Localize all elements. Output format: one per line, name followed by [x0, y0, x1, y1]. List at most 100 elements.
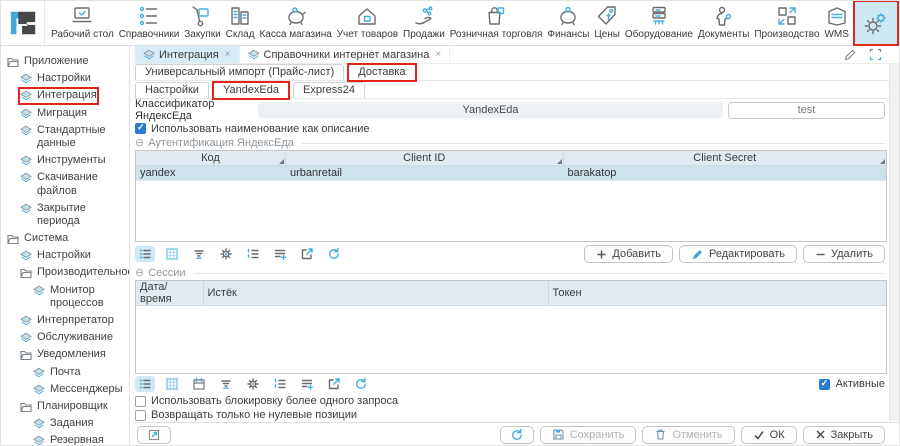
- numbered-list-icon[interactable]: [243, 246, 263, 262]
- column-header[interactable]: Токен: [549, 281, 887, 305]
- button-редактировать[interactable]: Редактировать: [679, 245, 797, 263]
- refresh-icon[interactable]: [324, 246, 344, 262]
- button-отменить[interactable]: Отменить: [642, 426, 734, 444]
- tab-close-icon[interactable]: ×: [225, 49, 231, 60]
- toolbar-item-label: Документы: [698, 29, 750, 40]
- sidebar-item-приложение[interactable]: Приложение: [7, 53, 127, 70]
- grid-view-icon[interactable]: [162, 376, 182, 392]
- use-name-checkbox[interactable]: [135, 123, 146, 134]
- sidebar-item-монитор-процессов[interactable]: Монитор процессов: [7, 282, 127, 312]
- auth-actions-row: Добавить Редактировать Удалить: [135, 242, 899, 266]
- expand-icon[interactable]: [868, 47, 883, 62]
- toolbar-item-label: Касса магазина: [259, 29, 331, 40]
- toolbar-item-sales[interactable]: Продажи: [401, 1, 447, 45]
- sidebar-item-задания[interactable]: Задания: [7, 415, 127, 432]
- doc-tab[interactable]: Справочники интернет магазина×: [240, 46, 451, 63]
- export-icon[interactable]: [297, 246, 317, 262]
- table-cell: urbanretail: [286, 166, 564, 180]
- vertical-scrollbar[interactable]: [889, 64, 899, 421]
- classifier-field[interactable]: YandexEda: [258, 102, 723, 118]
- subtab-yandexeda[interactable]: YandexEda: [213, 82, 289, 98]
- toolbar-item-wms[interactable]: WMS: [822, 1, 850, 45]
- sidebar-item-система[interactable]: Система: [7, 230, 127, 247]
- column-header[interactable]: Дата/время: [136, 281, 204, 305]
- sidebar-item-мессенджеры[interactable]: Мессенджеры: [7, 381, 127, 398]
- button-добавить[interactable]: Добавить: [584, 245, 673, 263]
- toolbar-item-warehouse[interactable]: Склад: [224, 1, 257, 45]
- sidebar-item-настройки[interactable]: Настройки: [7, 247, 127, 264]
- sidebar-item-label: Настройки: [37, 249, 91, 262]
- toolbar-item-prices[interactable]: Цены: [592, 1, 622, 45]
- button-сохранить[interactable]: Сохранить: [540, 426, 637, 444]
- diamond-icon: [20, 203, 32, 215]
- subtab-универсальный-импорт-прайс-лист-[interactable]: Универсальный импорт (Прайс-лист): [135, 64, 344, 80]
- toolbar-item-purchases[interactable]: Закупки: [182, 1, 222, 45]
- doc-tab[interactable]: Интеграция×: [135, 46, 240, 63]
- toolbar-item-cashbox[interactable]: Касса магазина: [257, 1, 333, 45]
- toolbar-item-desktop[interactable]: Рабочий стол: [49, 1, 116, 45]
- toolbar-item-retail[interactable]: Розничная торговля: [448, 1, 545, 45]
- toolbar-item-production[interactable]: Производство: [752, 1, 821, 45]
- sidebar-item-производительность[interactable]: Производительность: [7, 264, 127, 281]
- sidebar-item-закрытие-периода[interactable]: Закрытие периода: [7, 200, 127, 230]
- sessions-toolbar-row: Активные: [135, 374, 899, 394]
- filter-icon[interactable]: [216, 376, 236, 392]
- sidebar-item-интеграция[interactable]: Интеграция: [7, 87, 127, 104]
- button-закрыть[interactable]: Закрыть: [803, 426, 885, 444]
- app-logo[interactable]: [1, 1, 45, 45]
- button-refresh-icon[interactable]: [500, 426, 534, 444]
- subtab-express24[interactable]: Express24: [293, 82, 365, 98]
- list-add-icon[interactable]: [297, 376, 317, 392]
- sidebar-item-планировщик[interactable]: Планировщик: [7, 398, 127, 415]
- collapse-icon[interactable]: ⊖: [135, 138, 144, 149]
- column-header[interactable]: Код: [136, 151, 286, 165]
- quick-edit-button[interactable]: [137, 426, 171, 444]
- sidebar-item-стандартные-данные[interactable]: Стандартные данные: [7, 122, 127, 152]
- toolbar-item-finance[interactable]: Финансы: [545, 1, 591, 45]
- diamond-icon: [20, 332, 32, 344]
- calendar-icon[interactable]: [189, 376, 209, 392]
- column-header[interactable]: Client Secret: [564, 151, 887, 165]
- toolbar-item-label: WMS: [824, 29, 848, 40]
- lock-checkbox[interactable]: [135, 396, 146, 407]
- toolbar-item-documents[interactable]: Документы: [696, 1, 752, 45]
- sidebar-item-миграция[interactable]: Миграция: [7, 105, 127, 122]
- code-field[interactable]: test: [728, 102, 885, 119]
- nonzero-checkbox[interactable]: [135, 410, 146, 421]
- sidebar-item-почта[interactable]: Почта: [7, 364, 127, 381]
- sidebar-item-обслуживание[interactable]: Обслуживание: [7, 329, 127, 346]
- button-удалить[interactable]: Удалить: [803, 245, 885, 263]
- filter-icon[interactable]: [189, 246, 209, 262]
- list-view-icon[interactable]: [135, 246, 155, 262]
- column-header[interactable]: Истёк: [204, 281, 549, 305]
- diamond-icon: [20, 90, 32, 102]
- column-header[interactable]: Client ID: [286, 151, 564, 165]
- tab-close-icon[interactable]: ×: [435, 49, 441, 60]
- table-cell: yandex: [136, 166, 286, 180]
- export-icon[interactable]: [324, 376, 344, 392]
- table-row[interactable]: yandexurbanretailbarakatop: [136, 166, 886, 181]
- subtab-доставка[interactable]: Доставка: [348, 64, 415, 80]
- gear-icon[interactable]: [243, 376, 263, 392]
- list-add-icon[interactable]: [270, 246, 290, 262]
- sidebar-item-скачивание-файлов[interactable]: Скачивание файлов: [7, 169, 127, 199]
- sidebar-item-интерпретатор[interactable]: Интерпретатор: [7, 312, 127, 329]
- gear-icon[interactable]: [216, 246, 236, 262]
- pencil-icon[interactable]: [842, 47, 858, 63]
- button-ок[interactable]: ОК: [741, 426, 797, 444]
- sidebar-item-настройки[interactable]: Настройки: [7, 70, 127, 87]
- numbered-list-icon[interactable]: [270, 376, 290, 392]
- settings-button[interactable]: [855, 2, 897, 44]
- sidebar-item-резервная-копия[interactable]: Резервная копия: [7, 432, 127, 446]
- grid-view-icon[interactable]: [162, 246, 182, 262]
- toolbar-item-equipment[interactable]: Оборудование: [623, 1, 695, 45]
- active-checkbox[interactable]: [819, 379, 830, 390]
- sidebar-item-инструменты[interactable]: Инструменты: [7, 152, 127, 169]
- subtab-настройки[interactable]: Настройки: [135, 82, 209, 98]
- toolbar-item-goods-accounting[interactable]: Учет товаров: [335, 1, 400, 45]
- list-view-icon[interactable]: [135, 376, 155, 392]
- refresh-icon[interactable]: [351, 376, 371, 392]
- collapse-icon[interactable]: ⊖: [135, 268, 144, 279]
- sidebar-item-уведомления[interactable]: Уведомления: [7, 346, 127, 363]
- toolbar-item-catalog[interactable]: Справочники: [117, 1, 182, 45]
